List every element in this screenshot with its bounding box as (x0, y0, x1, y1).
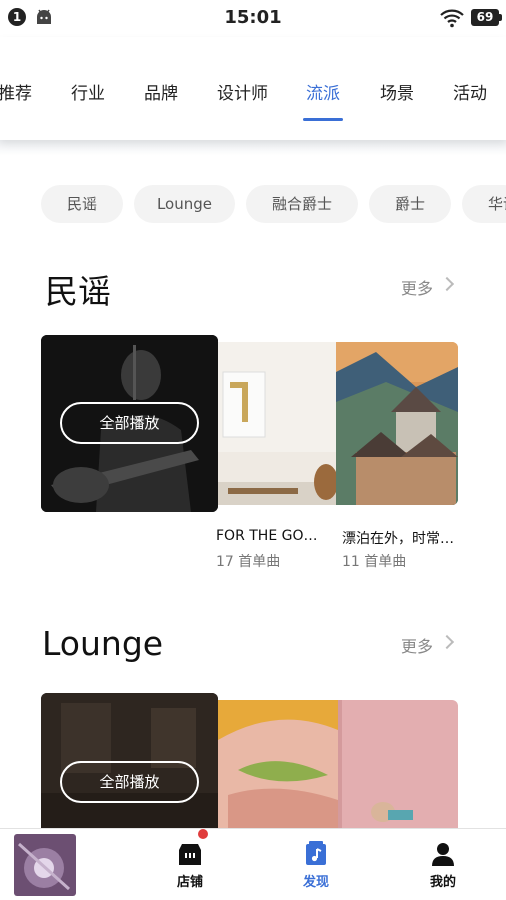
playlist-track-count: 11 首单曲 (342, 554, 407, 570)
playlist-title[interactable]: FOR THE GO… (216, 528, 338, 544)
active-tab-indicator (303, 118, 343, 121)
wifi-icon (440, 9, 464, 28)
chevron-right-icon[interactable] (439, 276, 455, 292)
nav-store[interactable]: 店铺 (160, 829, 220, 890)
chip-lounge[interactable]: Lounge (134, 185, 235, 223)
playlist-thumb-for-the-go[interactable] (218, 342, 336, 505)
playlist-cover-folk[interactable]: 全部播放 (41, 335, 218, 512)
playlist-thumb-lounge-2[interactable] (338, 700, 458, 828)
play-all-button-lounge[interactable]: 全部播放 (60, 761, 199, 803)
chip-fusion-jazz[interactable]: 融合爵士 (246, 185, 358, 223)
chip-jazz[interactable]: 爵士 (369, 185, 451, 223)
nav-label-discover: 发现 (302, 875, 329, 890)
nav-discover[interactable]: 发现 (286, 841, 346, 890)
tab-brand[interactable]: 品牌 (144, 79, 178, 104)
now-playing-artwork (14, 834, 76, 896)
tab-industry[interactable]: 行业 (71, 79, 105, 104)
playlist-thumb-wandering[interactable] (336, 342, 458, 505)
tab-genre[interactable]: 流派 (306, 79, 340, 104)
now-playing-cover[interactable] (14, 834, 76, 896)
pink-wall-photo (338, 700, 458, 828)
tab-recommend[interactable]: 推荐 (0, 79, 32, 104)
playlist-title[interactable]: 漂泊在外，时常… (342, 528, 464, 548)
more-link-lounge[interactable]: 更多 (401, 633, 433, 657)
battery-indicator: 69 (471, 9, 502, 26)
section-title-lounge: Lounge (42, 624, 164, 663)
nav-label-mine: 我的 (429, 875, 456, 890)
category-tabs: 推荐 行业 品牌 设计师 流派 场景 活动 (0, 37, 506, 140)
bottom-nav: 店铺 发现 我的 (0, 828, 506, 900)
lips-photo (218, 700, 338, 828)
interior-photo (218, 342, 336, 505)
chip-folk[interactable]: 民谣 (41, 185, 123, 223)
discover-music-icon (306, 841, 326, 865)
play-all-button-folk[interactable]: 全部播放 (60, 402, 199, 444)
nav-label-store: 店铺 (176, 875, 203, 890)
section-title-folk: 民谣 (45, 272, 111, 311)
tab-designer[interactable]: 设计师 (217, 79, 268, 104)
nav-mine[interactable]: 我的 (413, 841, 473, 890)
tab-scene[interactable]: 场景 (380, 79, 414, 104)
playlist-track-count: 17 首单曲 (216, 554, 281, 570)
notification-dot (198, 829, 208, 839)
playlist-thumb-lounge-1[interactable] (218, 700, 338, 828)
status-time: 15:01 (224, 7, 282, 28)
chevron-right-icon[interactable] (439, 634, 455, 650)
tab-activity[interactable]: 活动 (453, 79, 487, 104)
status-bar: 1 15:01 69 (0, 0, 506, 36)
more-link-folk[interactable]: 更多 (401, 275, 433, 299)
chip-chinese[interactable]: 华语 (462, 185, 506, 223)
store-icon (179, 844, 201, 865)
mountain-village-photo (336, 342, 458, 505)
person-icon (432, 843, 454, 866)
divider (0, 140, 506, 156)
